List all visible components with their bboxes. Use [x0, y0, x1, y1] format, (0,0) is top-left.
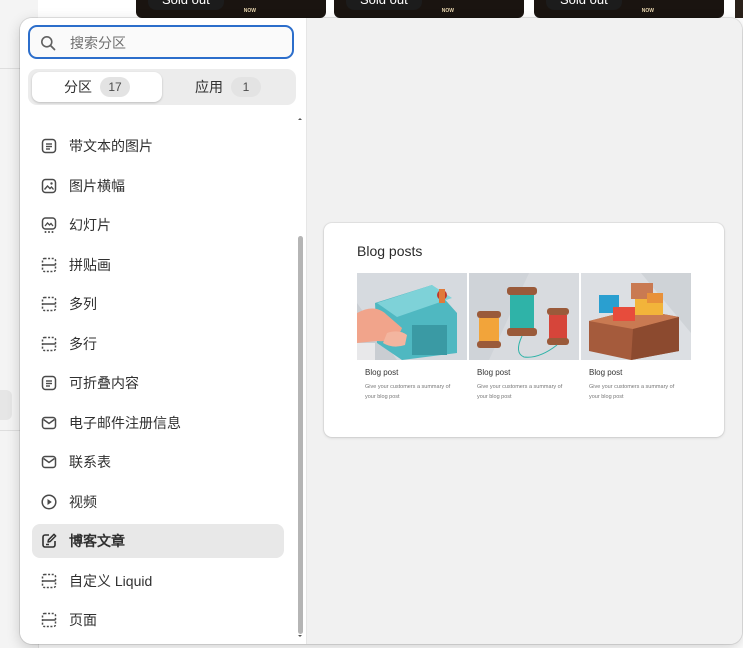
- section-item-label: 多列: [69, 296, 97, 312]
- blog-post-card: Blog post Give your customers a summary …: [357, 273, 467, 402]
- search-input[interactable]: [68, 32, 287, 54]
- product-tag: NOW: [641, 8, 654, 14]
- section-item-label: 多行: [69, 336, 97, 352]
- tab-count-badge: 17: [100, 77, 130, 97]
- tab-count-badge: 1: [231, 77, 261, 97]
- compose-icon: [42, 533, 57, 548]
- section-item-label: 视频: [69, 494, 97, 510]
- preview-title: Blog posts: [357, 243, 423, 259]
- thread-spools-illustration: [469, 273, 579, 360]
- tab-apps[interactable]: 应用 1: [163, 72, 293, 102]
- section-item-page[interactable]: 页面: [32, 603, 284, 637]
- section-item-label: 博客文章: [69, 533, 125, 549]
- section-preview-pane: Blog posts Blog post Give your customers…: [306, 18, 742, 644]
- category-tabs: 分区 17 应用 1: [28, 69, 296, 105]
- layout-icon: [41, 296, 57, 312]
- blog-posts-preview: Blog posts Blog post Give your customers…: [324, 223, 724, 437]
- text-lines-icon: [41, 375, 57, 391]
- background-product-card: Sold out NOW: [334, 0, 524, 18]
- section-item-label: 可折叠内容: [69, 375, 139, 391]
- tab-label: 应用: [195, 79, 223, 95]
- play-icon: [41, 494, 57, 510]
- image-icon: [41, 178, 57, 194]
- add-section-popover: 分区 17 应用 1 带文本的图片: [20, 18, 742, 644]
- sold-out-badge: Sold out: [346, 0, 422, 10]
- section-item-label: 幻灯片: [69, 217, 111, 233]
- section-item-video[interactable]: 视频: [32, 485, 284, 519]
- section-item-blog-posts[interactable]: 博客文章: [32, 524, 284, 558]
- section-picker-pane: 分区 17 应用 1 带文本的图片: [20, 18, 306, 644]
- section-item-label: 联系表: [69, 454, 111, 470]
- sold-out-badge: Sold out: [546, 0, 622, 10]
- section-item-collage[interactable]: 拼贴画: [32, 248, 284, 282]
- section-item-label: 拼贴画: [69, 257, 111, 273]
- section-item-image-banner[interactable]: 图片横幅: [32, 169, 284, 203]
- layout-icon: [41, 336, 57, 352]
- text-lines-icon: [41, 138, 57, 154]
- section-item-contact-form[interactable]: 联系表: [32, 445, 284, 479]
- section-item-label: 带文本的图片: [69, 138, 153, 154]
- shipping-boxes-illustration: [581, 273, 691, 360]
- scroll-down-arrow-icon[interactable]: [296, 632, 304, 640]
- layout-icon: [41, 573, 57, 589]
- blog-post-title: Blog post: [365, 368, 399, 377]
- background-product-card-edge: [735, 0, 743, 18]
- section-item-collapsible-content[interactable]: 可折叠内容: [32, 366, 284, 400]
- tab-label: 分区: [64, 79, 92, 95]
- blog-post-title: Blog post: [589, 368, 623, 377]
- email-icon: [41, 455, 57, 469]
- background-product-strip: Sold out NOW Sold out NOW Sold out NOW: [38, 0, 743, 20]
- section-item-custom-liquid[interactable]: 自定义 Liquid: [32, 564, 284, 598]
- email-icon: [41, 416, 57, 430]
- blog-post-description: Give your customers a summary of your bl…: [365, 384, 451, 400]
- section-item-label: 自定义 Liquid: [69, 573, 153, 589]
- background-product-card: Sold out NOW: [136, 0, 326, 18]
- background-product-card: Sold out NOW: [534, 0, 724, 18]
- section-item-image-with-text[interactable]: 带文本的图片: [32, 129, 284, 163]
- sold-out-badge: Sold out: [148, 0, 224, 10]
- section-item-slideshow[interactable]: 幻灯片: [32, 208, 284, 242]
- section-item-label: 电子邮件注册信息: [69, 415, 181, 431]
- search-field[interactable]: [28, 25, 294, 59]
- layout-icon: [41, 612, 57, 628]
- section-item-multirow[interactable]: 多行: [32, 327, 284, 361]
- section-list: 带文本的图片 图片横幅 幻灯片 拼贴画 多列 多行 可折叠内容 电子邮件注册信息…: [20, 120, 306, 644]
- sewing-machine-illustration: [357, 273, 467, 360]
- background-nav-chip: [0, 390, 12, 420]
- blog-post-description: Give your customers a summary of your bl…: [477, 384, 563, 400]
- scrollbar-thumb[interactable]: [298, 236, 303, 634]
- section-item-email-signup[interactable]: 电子邮件注册信息: [32, 406, 284, 440]
- product-tag: NOW: [441, 8, 454, 14]
- layout-icon: [41, 257, 57, 273]
- product-tag: NOW: [243, 8, 256, 14]
- search-icon: [41, 36, 56, 51]
- section-item-label: 页面: [69, 612, 97, 628]
- blog-post-card: Blog post Give your customers a summary …: [581, 273, 691, 402]
- section-item-multicolumn[interactable]: 多列: [32, 287, 284, 321]
- tab-sections[interactable]: 分区 17: [32, 72, 162, 102]
- blog-post-description: Give your customers a summary of your bl…: [589, 384, 675, 400]
- section-item-label: 图片横幅: [69, 178, 125, 194]
- blog-post-title: Blog post: [477, 368, 511, 377]
- slideshow-icon: [41, 217, 57, 233]
- blog-post-card: Blog post Give your customers a summary …: [469, 273, 579, 402]
